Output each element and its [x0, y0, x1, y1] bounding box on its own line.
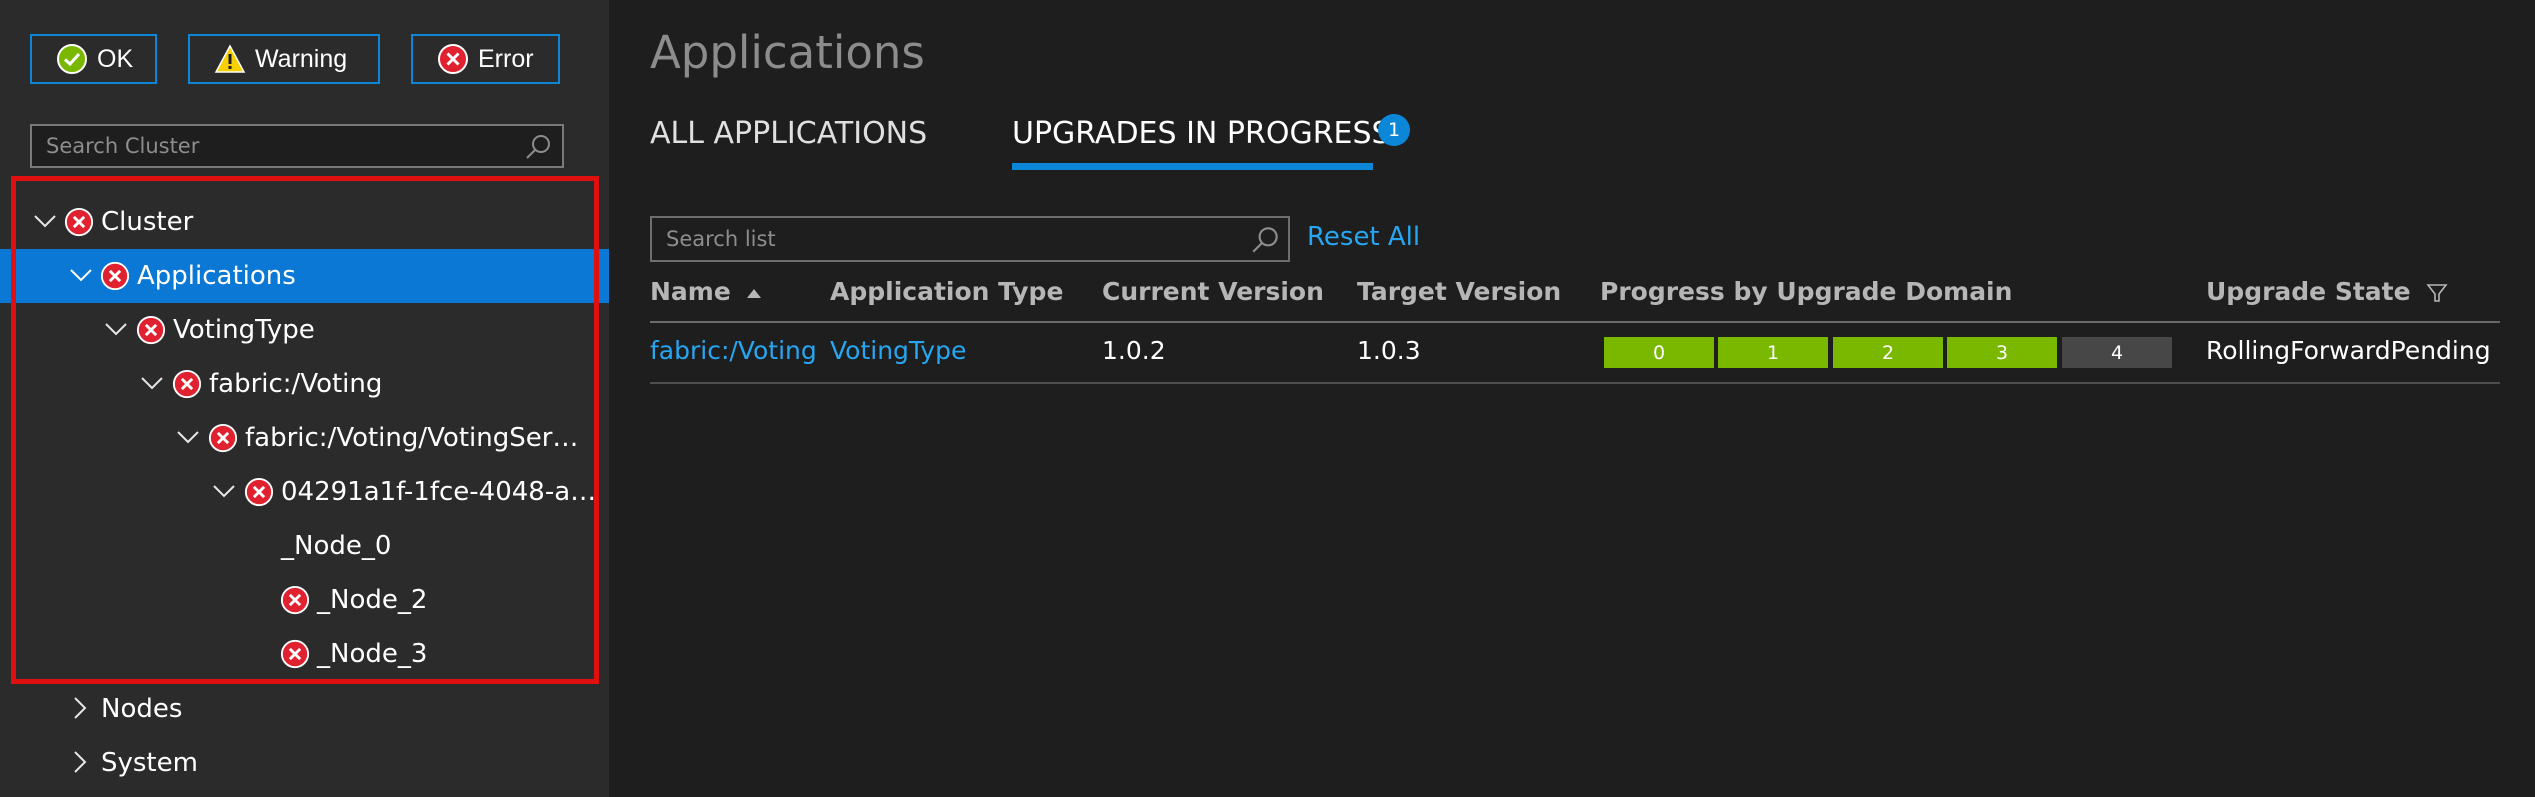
- app-name-link[interactable]: fabric:/Voting: [650, 336, 817, 365]
- current-version-cell: 1.0.2: [1102, 336, 1166, 365]
- column-header-label: Name: [650, 277, 731, 306]
- column-header-application-type[interactable]: Application Type: [830, 277, 1063, 306]
- tree-item-label: 04291a1f-1fce-4048-a…: [281, 477, 597, 507]
- warning-filter-button[interactable]: Warning: [188, 34, 380, 84]
- tree-item-node-2[interactable]: _Node_2: [0, 573, 609, 627]
- error-icon: [438, 44, 468, 74]
- header-divider: [650, 321, 2500, 323]
- upgrade-domain-1: 1: [1718, 337, 1828, 368]
- column-header-current-version[interactable]: Current Version: [1102, 277, 1324, 306]
- tree-item-label: fabric:/Voting/VotingSer…: [245, 423, 579, 453]
- row-divider: [650, 382, 2500, 384]
- error-icon: [280, 585, 310, 615]
- tree-item-partition[interactable]: 04291a1f-1fce-4048-a…: [0, 465, 609, 519]
- error-icon: [208, 423, 238, 453]
- reset-all-link[interactable]: Reset All: [1307, 222, 1420, 252]
- tree-item-label: Applications: [137, 261, 296, 291]
- tree-item-fabric-voting[interactable]: fabric:/Voting: [0, 357, 609, 411]
- tree-item-cluster[interactable]: Cluster: [0, 195, 609, 249]
- cluster-search-box: [30, 124, 564, 168]
- search-icon[interactable]: [524, 132, 554, 162]
- cluster-tree-pane: OK Warning Error Cluster Applications: [0, 0, 609, 797]
- column-header-label: Upgrade State: [2206, 277, 2411, 306]
- tab-upgrades-in-progress[interactable]: UPGRADES IN PROGRESS: [1012, 116, 1391, 151]
- column-header-progress[interactable]: Progress by Upgrade Domain: [1600, 277, 2012, 306]
- upgrade-domain-0: 0: [1604, 337, 1714, 368]
- upgrade-domain-2: 2: [1833, 337, 1943, 368]
- app-type-link[interactable]: VotingType: [830, 336, 966, 365]
- tree-item-label: Cluster: [101, 207, 194, 237]
- error-icon: [136, 315, 166, 345]
- upgrade-state-cell: RollingForwardPending: [2206, 336, 2491, 365]
- upgrade-domain-3: 3: [1947, 337, 2057, 368]
- error-icon: [64, 207, 94, 237]
- tree-item-system[interactable]: System: [0, 736, 609, 790]
- chevron-down-icon[interactable]: [173, 422, 203, 452]
- tree-item-voting-type[interactable]: VotingType: [0, 303, 609, 357]
- chevron-right-icon[interactable]: [64, 747, 94, 777]
- tree-item-nodes[interactable]: Nodes: [0, 682, 609, 736]
- error-icon: [244, 477, 274, 507]
- cluster-search-input[interactable]: [32, 126, 562, 166]
- column-header-name[interactable]: Name: [650, 277, 764, 306]
- chevron-down-icon[interactable]: [30, 206, 60, 236]
- tab-all-applications[interactable]: ALL APPLICATIONS: [650, 116, 927, 151]
- upgrades-count-badge: 1: [1378, 114, 1410, 146]
- page-title: Applications: [650, 26, 925, 79]
- chevron-right-icon[interactable]: [64, 693, 94, 723]
- upgrade-domain-4: 4: [2062, 337, 2172, 368]
- ok-filter-label: OK: [97, 44, 134, 73]
- target-version-cell: 1.0.3: [1357, 336, 1421, 365]
- warning-filter-label: Warning: [255, 44, 348, 73]
- tree-item-label: System: [101, 748, 198, 778]
- ok-icon: [57, 44, 87, 74]
- chevron-down-icon[interactable]: [209, 476, 239, 506]
- chevron-down-icon[interactable]: [101, 314, 131, 344]
- chevron-down-icon[interactable]: [66, 260, 96, 290]
- column-header-target-version[interactable]: Target Version: [1357, 277, 1561, 306]
- error-icon: [172, 369, 202, 399]
- tree-item-label: fabric:/Voting: [209, 369, 383, 399]
- tree-item-label: Nodes: [101, 694, 183, 724]
- list-search-input[interactable]: [652, 218, 1288, 260]
- error-icon: [100, 261, 130, 291]
- tree-item-label: VotingType: [173, 315, 315, 345]
- tree-item-label: _Node_2: [317, 585, 428, 615]
- filter-icon[interactable]: [2425, 281, 2449, 305]
- sort-asc-icon: [746, 289, 761, 298]
- tree-item-voting-service[interactable]: fabric:/Voting/VotingSer…: [0, 411, 609, 465]
- error-filter-button[interactable]: Error: [411, 34, 560, 84]
- column-header-upgrade-state[interactable]: Upgrade State: [2206, 277, 2449, 306]
- tree-item-label: _Node_0: [281, 531, 392, 561]
- tree-item-node-3[interactable]: _Node_3: [0, 627, 609, 681]
- error-icon: [280, 639, 310, 669]
- ok-filter-button[interactable]: OK: [30, 34, 157, 84]
- tree-item-applications[interactable]: Applications: [0, 249, 609, 303]
- warning-icon: [214, 44, 246, 73]
- list-search-box: [650, 216, 1290, 262]
- active-tab-indicator: [1012, 163, 1373, 170]
- tree-item-label: _Node_3: [317, 639, 428, 669]
- search-icon[interactable]: [1250, 224, 1282, 256]
- tree-item-node-0[interactable]: _Node_0: [0, 519, 609, 573]
- chevron-down-icon[interactable]: [137, 368, 167, 398]
- error-filter-label: Error: [478, 44, 534, 73]
